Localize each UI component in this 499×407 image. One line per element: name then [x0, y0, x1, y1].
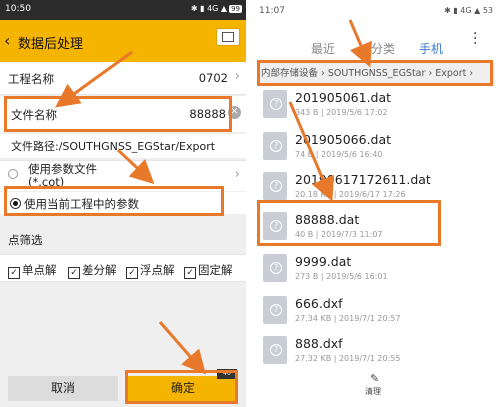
arrow-to-file-name	[55, 50, 133, 108]
arrow-to-breadcrumb	[348, 19, 372, 68]
arrow-to-selected-file	[288, 101, 334, 202]
annotation-arrows	[55, 19, 372, 375]
arrow-to-current-param	[116, 148, 155, 185]
arrow-to-ok-button	[158, 321, 206, 375]
